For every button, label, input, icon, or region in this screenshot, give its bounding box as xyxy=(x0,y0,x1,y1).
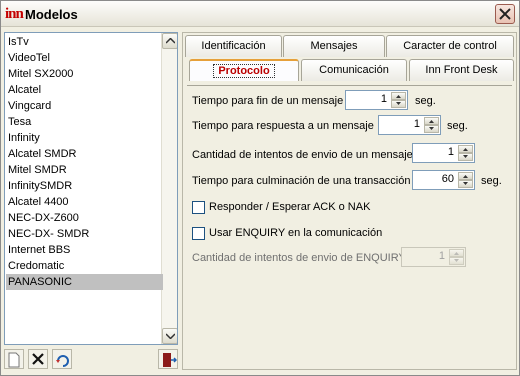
exit-door-icon xyxy=(163,353,177,367)
list-item[interactable]: Alcatel xyxy=(6,82,163,98)
list-item[interactable]: Alcatel SMDR xyxy=(6,146,163,162)
models-window: inn Modelos IsTv VideoTel Mitel SX2000 Alca… xyxy=(0,0,520,376)
window-title: Modelos xyxy=(25,7,78,22)
list-item[interactable]: IsTv xyxy=(6,34,163,50)
new-button[interactable] xyxy=(4,349,24,369)
chevron-up-icon xyxy=(463,175,468,178)
chevron-up-icon xyxy=(454,252,459,255)
models-list[interactable]: IsTv VideoTel Mitel SX2000 Alcatel Vingcard T… xyxy=(4,32,178,345)
list-item[interactable]: Mitel SMDR xyxy=(6,162,163,178)
intentos-label: Cantidad de intentos de envio de un mens… xyxy=(192,149,413,161)
chevron-down-icon xyxy=(463,155,468,158)
chevron-down-icon xyxy=(166,333,175,339)
list-item[interactable]: Vingcard xyxy=(6,98,163,114)
spin-down-button[interactable] xyxy=(424,125,439,133)
tab-caracter-control[interactable]: Caracter de control xyxy=(386,35,514,57)
list-item[interactable]: PANASONIC xyxy=(6,274,163,290)
close-button[interactable] xyxy=(495,4,515,24)
respuesta-value: 1 xyxy=(413,118,420,130)
tab-inn-front-desk[interactable]: Inn Front Desk xyxy=(409,59,514,81)
tab-protocolo[interactable]: Protocolo xyxy=(189,59,299,81)
tab-comunicacion[interactable]: Comunicación xyxy=(301,59,407,81)
enquiry-label: Usar ENQUIRY en la comunicación xyxy=(209,227,383,239)
chevron-up-icon xyxy=(429,120,434,123)
list-item[interactable]: Internet BBS xyxy=(6,242,163,258)
vertical-scrollbar[interactable] xyxy=(161,33,177,344)
list-item[interactable]: Alcatel 4400 xyxy=(6,194,163,210)
respuesta-unit: seg. xyxy=(447,120,468,132)
title-bar: inn Modelos xyxy=(1,1,519,27)
list-item[interactable]: VideoTel xyxy=(6,50,163,66)
spin-up-button[interactable] xyxy=(458,172,473,180)
exit-button[interactable] xyxy=(158,349,178,369)
delete-button[interactable] xyxy=(28,349,48,369)
list-toolbar xyxy=(4,348,178,370)
new-document-icon xyxy=(8,352,20,368)
culminacion-unit: seg. xyxy=(481,175,502,187)
close-icon xyxy=(499,8,511,20)
list-item[interactable]: Mitel SX2000 xyxy=(6,66,163,82)
intentos-enquiry-spinner[interactable]: 1 xyxy=(401,247,466,267)
fin-mensaje-label: Tiempo para fin de un mensaje xyxy=(192,95,344,107)
chevron-up-icon xyxy=(463,148,468,151)
intentos-spinner[interactable]: 1 xyxy=(412,143,475,163)
fin-mensaje-unit: seg. xyxy=(415,95,436,107)
culminacion-spinner[interactable]: 60 xyxy=(412,170,475,190)
spin-down-button[interactable] xyxy=(391,100,406,108)
intentos-enquiry-label: Cantidad de intentos de envio de ENQUIRY xyxy=(192,252,406,264)
app-logo: inn xyxy=(5,6,24,22)
refresh-icon xyxy=(56,355,69,367)
scroll-up-button[interactable] xyxy=(162,33,177,49)
list-item[interactable]: Infinity xyxy=(6,130,163,146)
refresh-button[interactable] xyxy=(52,349,72,369)
scroll-down-button[interactable] xyxy=(162,328,177,344)
tab-protocolo-label: Protocolo xyxy=(213,64,275,78)
list-item[interactable]: NEC-DX-Z600 xyxy=(6,210,163,226)
chevron-down-icon xyxy=(429,127,434,130)
spin-down-button[interactable] xyxy=(449,257,464,265)
chevron-up-icon xyxy=(166,38,175,44)
spin-down-button[interactable] xyxy=(458,153,473,161)
spin-up-button[interactable] xyxy=(458,145,473,153)
chevron-down-icon xyxy=(454,259,459,262)
enquiry-checkbox[interactable] xyxy=(192,227,205,240)
intentos-value: 1 xyxy=(447,146,454,158)
spin-up-button[interactable] xyxy=(424,117,439,125)
fin-mensaje-value: 1 xyxy=(380,93,387,105)
delete-x-icon xyxy=(32,353,44,365)
respuesta-label: Tiempo para respuesta a un mensaje xyxy=(192,120,374,132)
intentos-enquiry-value: 1 xyxy=(438,250,445,262)
fin-mensaje-spinner[interactable]: 1 xyxy=(345,90,408,110)
chevron-up-icon xyxy=(396,95,401,98)
ack-label: Responder / Esperar ACK o NAK xyxy=(209,201,371,213)
list-item[interactable]: NEC-DX- SMDR xyxy=(6,226,163,242)
ack-checkbox[interactable] xyxy=(192,201,205,214)
culminacion-label: Tiempo para culminación de una transacci… xyxy=(192,175,411,187)
spin-up-button[interactable] xyxy=(391,92,406,100)
tab-identificacion[interactable]: Identificación xyxy=(185,35,282,57)
spin-down-button[interactable] xyxy=(458,180,473,188)
chevron-down-icon xyxy=(463,182,468,185)
tab-panel: Identificación Mensajes Caracter de cont… xyxy=(182,32,517,370)
list-item[interactable]: Credomatic xyxy=(6,258,163,274)
list-item[interactable]: Tesa xyxy=(6,114,163,130)
list-item[interactable]: InfinitySMDR xyxy=(6,178,163,194)
culminacion-value: 60 xyxy=(441,173,454,185)
tab-mensajes[interactable]: Mensajes xyxy=(283,35,385,57)
chevron-down-icon xyxy=(396,102,401,105)
spin-up-button[interactable] xyxy=(449,249,464,257)
respuesta-spinner[interactable]: 1 xyxy=(378,115,441,135)
